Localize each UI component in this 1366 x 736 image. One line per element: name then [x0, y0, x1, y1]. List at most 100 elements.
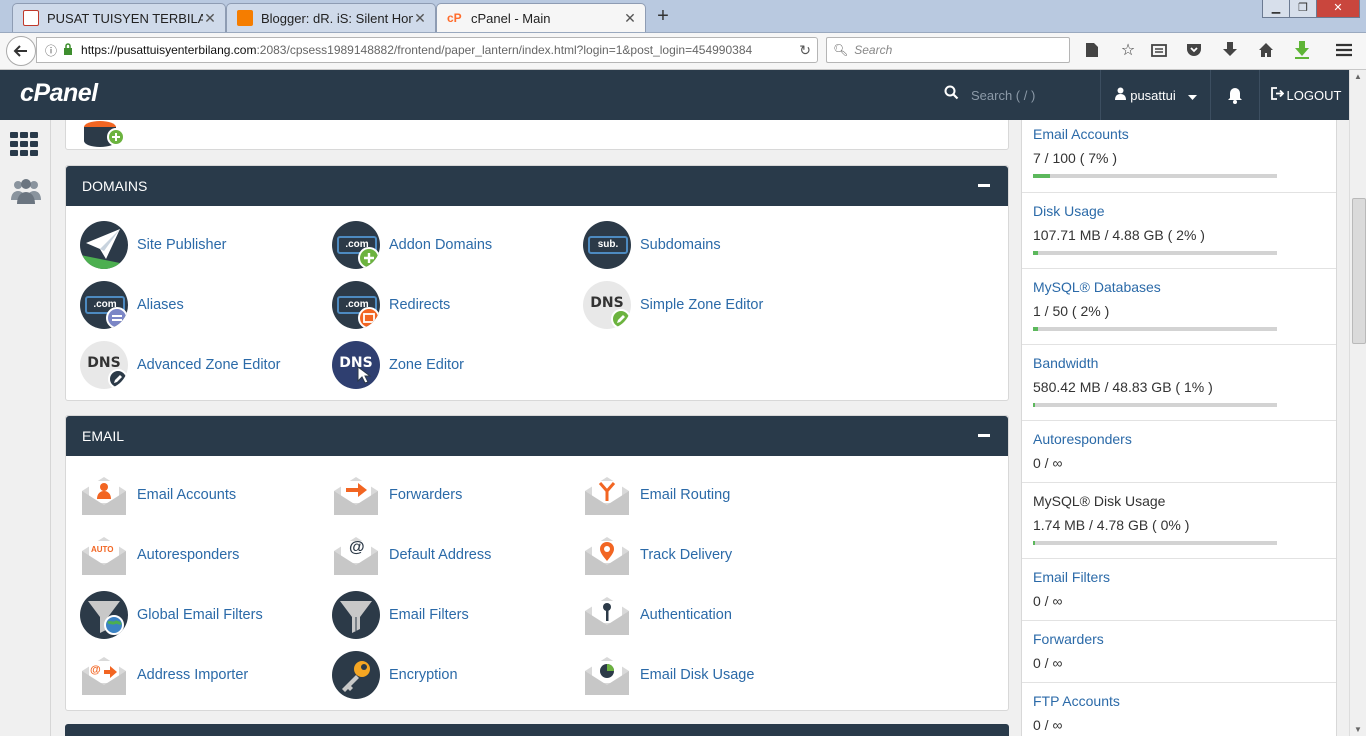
sub-text: sub. [588, 236, 628, 254]
pocket-icon[interactable] [1183, 39, 1205, 61]
stat-forwarders: Forwarders 0 / ∞ [1022, 621, 1336, 683]
dns-cursor-icon: DNS [332, 341, 380, 389]
close-icon[interactable]: ✕ [623, 10, 637, 27]
stat-value: 0 / ∞ [1033, 717, 1063, 733]
maximize-button[interactable]: ❐ [1289, 0, 1317, 18]
new-tab-button[interactable]: + [652, 5, 674, 28]
item-label: Advanced Zone Editor [137, 357, 281, 373]
reading-list-icon[interactable] [1081, 39, 1103, 61]
autoresponders-link[interactable]: AUTO Autoresponders [80, 530, 239, 580]
stat-value: 1 / 50 ( 2% ) [1033, 303, 1110, 319]
close-icon[interactable]: ✕ [413, 10, 427, 27]
advanced-zone-editor-link[interactable]: DNS Advanced Zone Editor [80, 340, 280, 390]
email-disk-usage-link[interactable]: Email Disk Usage [583, 650, 754, 700]
collapse-minus-icon[interactable] [978, 434, 990, 437]
user-menu[interactable]: pusattui [1100, 70, 1211, 120]
email-panel-header[interactable]: EMAIL [66, 416, 1008, 456]
window-close-button[interactable]: ✕ [1316, 0, 1360, 18]
email-routing-link[interactable]: Email Routing [583, 470, 730, 520]
global-email-filters-link[interactable]: Global Email Filters [80, 590, 263, 640]
bookmarks-menu-icon[interactable] [1148, 39, 1170, 61]
search-placeholder: Search ( / ) [971, 87, 1036, 103]
bookmark-star-icon[interactable]: ☆ [1117, 39, 1139, 61]
site-publisher-link[interactable]: Site Publisher [80, 220, 226, 270]
subdomains-link[interactable]: sub. Subdomains [583, 220, 721, 270]
stat-name[interactable]: Forwarders [1033, 631, 1336, 647]
domains-panel-header[interactable]: DOMAINS [66, 166, 1008, 206]
forwarders-link[interactable]: Forwarders [332, 470, 462, 520]
apps-grid-icon[interactable] [10, 132, 40, 156]
users-group-icon[interactable] [10, 176, 42, 206]
stat-value: 1.74 MB / 4.78 GB ( 0% ) [1033, 517, 1190, 533]
addon-domains-link[interactable]: .com Addon Domains [332, 220, 492, 270]
paper-plane-icon [80, 221, 128, 269]
cpanel-logo[interactable]: cPanel [20, 79, 98, 108]
reload-icon[interactable]: ↻ [799, 42, 811, 59]
email-filters-link[interactable]: Email Filters [332, 590, 469, 640]
back-arrow-icon[interactable] [6, 36, 36, 66]
subdomains-icon: sub. [583, 221, 631, 269]
scroll-down-arrow-icon[interactable]: ▼ [1354, 725, 1362, 734]
item-label: Forwarders [389, 487, 463, 503]
progress-bar [1033, 327, 1277, 331]
authentication-link[interactable]: Authentication [583, 590, 732, 640]
notifications-bell-icon[interactable] [1210, 70, 1260, 120]
stat-name[interactable]: Autoresponders [1033, 431, 1336, 447]
url-host: https://pusattuisyenterbilang.com [81, 43, 257, 57]
browser-tab-active[interactable]: cP cPanel - Main ✕ [436, 3, 646, 32]
lock-icon [63, 42, 73, 58]
item-label: Email Accounts [137, 487, 237, 503]
download-icon[interactable] [1219, 39, 1241, 61]
collapse-minus-icon[interactable] [978, 184, 990, 187]
page-scrollbar[interactable]: ▲ ▼ [1349, 70, 1366, 736]
tab-title: cPanel - Main [471, 10, 551, 26]
green-download-icon[interactable] [1291, 39, 1313, 61]
databases-panel-partial [65, 120, 1009, 150]
browser-search-input[interactable]: 🔍︎ Search [826, 37, 1070, 63]
stat-name[interactable]: Disk Usage [1033, 203, 1336, 219]
stat-name[interactable]: FTP Accounts [1033, 693, 1336, 709]
stat-name[interactable]: Bandwidth [1033, 355, 1336, 371]
cpanel-search-input[interactable]: Search ( / ) [930, 70, 1100, 120]
username: pusattui [1130, 87, 1176, 103]
email-accounts-link[interactable]: Email Accounts [80, 470, 236, 520]
close-icon[interactable]: ✕ [203, 10, 217, 27]
stat-name[interactable]: MySQL® Databases [1033, 279, 1336, 295]
default-address-link[interactable]: @ Default Address [332, 530, 491, 580]
next-panel-header-partial [65, 724, 1009, 736]
stat-name[interactable]: Email Filters [1033, 569, 1336, 585]
statistics-panel: Email Accounts 7 / 100 ( 7% ) Disk Usage… [1021, 120, 1337, 736]
simple-zone-editor-link[interactable]: DNS Simple Zone Editor [583, 280, 763, 330]
home-icon[interactable] [1255, 39, 1277, 61]
default-address-icon: @ [332, 531, 380, 579]
info-icon[interactable]: ⓘ [45, 42, 57, 59]
item-label: Subdomains [640, 237, 721, 253]
aliases-link[interactable]: .com Aliases [80, 280, 184, 330]
search-icon [944, 85, 959, 105]
browser-tab[interactable]: Blogger: dR. iS: Silent Home ✕ [226, 3, 436, 32]
database-icon[interactable] [80, 120, 128, 149]
item-label: Addon Domains [389, 237, 493, 253]
item-label: Email Disk Usage [640, 667, 755, 683]
stat-ftp-accounts: FTP Accounts 0 / ∞ [1022, 683, 1336, 736]
url-text: https://pusattuisyenterbilang.com:2083/c… [81, 43, 752, 57]
stat-value: 0 / ∞ [1033, 455, 1063, 471]
scroll-up-arrow-icon[interactable]: ▲ [1354, 72, 1362, 81]
blogger-favicon-icon [237, 10, 253, 26]
key-icon [583, 591, 631, 639]
zone-editor-link[interactable]: DNS Zone Editor [332, 340, 464, 390]
stat-name[interactable]: Email Accounts [1033, 126, 1336, 142]
scrollbar-thumb[interactable] [1352, 198, 1366, 344]
at-sign-text: @ [90, 664, 101, 676]
hamburger-menu-icon[interactable] [1333, 39, 1355, 61]
stat-value: 0 / ∞ [1033, 593, 1063, 609]
logout-button[interactable]: LOGOUT [1260, 70, 1352, 120]
minimize-button[interactable]: ▁ [1262, 0, 1290, 18]
address-importer-link[interactable]: @ Address Importer [80, 650, 248, 700]
redirects-link[interactable]: .com Redirects [332, 280, 450, 330]
url-bar[interactable]: ⓘ https://pusattuisyenterbilang.com:2083… [36, 37, 818, 63]
encryption-link[interactable]: Encryption [332, 650, 458, 700]
browser-tab[interactable]: PUSAT TUISYEN TERBILANG ✕ [12, 3, 226, 32]
item-label: Email Routing [640, 487, 731, 503]
track-delivery-link[interactable]: Track Delivery [583, 530, 732, 580]
